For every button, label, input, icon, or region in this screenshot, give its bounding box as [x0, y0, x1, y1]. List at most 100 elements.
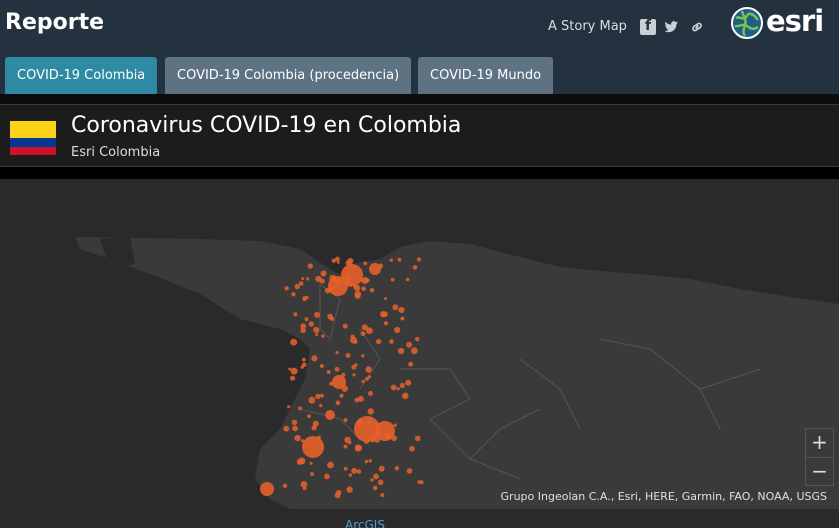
link-icon[interactable]: [689, 19, 705, 35]
case-point[interactable]: [339, 393, 344, 398]
case-point[interactable]: [348, 473, 353, 477]
case-point[interactable]: [367, 375, 372, 379]
case-point[interactable]: [389, 339, 394, 344]
zoom-in-button[interactable]: +: [806, 429, 833, 457]
case-point[interactable]: [320, 270, 327, 277]
case-point[interactable]: [290, 367, 298, 375]
case-point[interactable]: [396, 387, 400, 391]
case-point[interactable]: [304, 317, 309, 322]
case-point[interactable]: [408, 361, 414, 367]
case-point[interactable]: [334, 492, 341, 499]
case-point[interactable]: [294, 283, 300, 290]
case-point[interactable]: [417, 480, 422, 484]
case-point[interactable]: [309, 461, 313, 465]
case-point[interactable]: [291, 419, 298, 426]
case-point[interactable]: [402, 392, 409, 400]
case-point[interactable]: [365, 278, 370, 283]
tab-covid-colombia[interactable]: COVID-19 Colombia: [5, 57, 158, 94]
case-point[interactable]: [354, 363, 358, 367]
case-point[interactable]: [307, 414, 311, 419]
twitter-icon[interactable]: [663, 19, 679, 35]
case-point[interactable]: [368, 459, 372, 463]
case-point[interactable]: [397, 257, 402, 262]
case-point[interactable]: [314, 311, 321, 318]
case-point[interactable]: [360, 331, 366, 336]
case-point[interactable]: [373, 473, 379, 480]
case-point[interactable]: [302, 486, 307, 491]
case-point[interactable]: [345, 353, 351, 358]
case-point[interactable]: [375, 338, 382, 345]
case-point[interactable]: [334, 366, 340, 372]
facebook-icon[interactable]: f: [640, 18, 656, 35]
case-point[interactable]: [327, 461, 334, 469]
case-point[interactable]: [398, 347, 405, 355]
case-point[interactable]: [330, 316, 335, 321]
case-point[interactable]: [366, 419, 371, 424]
case-point[interactable]: [361, 379, 365, 384]
case-point[interactable]: [370, 478, 374, 482]
case-point[interactable]: [369, 288, 375, 293]
case-point[interactable]: [410, 347, 418, 355]
case-point[interactable]: [298, 406, 303, 411]
case-point[interactable]: [287, 405, 291, 409]
case-point[interactable]: [289, 375, 296, 381]
case-point[interactable]: [414, 435, 421, 442]
case-point[interactable]: [300, 439, 305, 443]
tab-covid-mundo[interactable]: COVID-19 Mundo: [418, 57, 554, 94]
case-point[interactable]: [335, 400, 341, 406]
tab-covid-colombia-procedencia[interactable]: COVID-19 Colombia (procedencia): [165, 57, 412, 94]
case-point[interactable]: [284, 286, 289, 291]
case-point[interactable]: [341, 372, 346, 377]
case-point[interactable]: [384, 432, 391, 439]
case-point[interactable]: [290, 338, 298, 346]
case-point[interactable]: [406, 341, 413, 348]
case-point[interactable]: [377, 479, 384, 486]
case-point[interactable]: [310, 472, 315, 477]
case-point[interactable]: [380, 493, 385, 498]
case-point[interactable]: [321, 334, 325, 338]
case-point[interactable]: [324, 473, 330, 480]
case-point[interactable]: [315, 275, 322, 283]
case-point[interactable]: [294, 434, 301, 442]
case-point[interactable]: [412, 265, 418, 270]
case-point[interactable]: [363, 261, 368, 266]
case-point[interactable]: [325, 410, 335, 420]
case-point[interactable]: [302, 357, 306, 362]
case-point[interactable]: [308, 396, 316, 404]
case-point[interactable]: [308, 321, 314, 327]
case-point[interactable]: [305, 295, 309, 300]
case-point[interactable]: [368, 391, 373, 396]
case-point[interactable]: [288, 367, 292, 371]
case-point[interactable]: [298, 281, 304, 286]
case-point[interactable]: [311, 425, 317, 431]
footer-link[interactable]: ArcGIS: [345, 518, 385, 528]
case-point[interactable]: [398, 306, 405, 314]
case-point[interactable]: [353, 284, 361, 292]
case-point[interactable]: [311, 355, 318, 362]
case-point[interactable]: [292, 425, 298, 432]
case-point[interactable]: [283, 425, 290, 432]
case-point[interactable]: [391, 435, 398, 442]
case-point[interactable]: [326, 370, 331, 374]
case-point[interactable]: [335, 256, 340, 262]
case-point[interactable]: [341, 385, 349, 392]
case-point[interactable]: [365, 366, 372, 373]
case-point[interactable]: [378, 263, 384, 269]
case-point[interactable]: [373, 436, 381, 443]
case-point[interactable]: [393, 423, 397, 427]
case-point[interactable]: [389, 258, 393, 262]
case-point[interactable]: [306, 277, 310, 281]
case-point[interactable]: [346, 486, 353, 493]
case-point[interactable]: [390, 384, 397, 391]
case-point[interactable]: [315, 393, 321, 400]
case-point[interactable]: [352, 373, 356, 377]
case-point[interactable]: [329, 287, 334, 291]
case-point[interactable]: [343, 444, 348, 449]
case-point[interactable]: [336, 260, 340, 264]
case-point[interactable]: [307, 263, 313, 269]
case-point[interactable]: [357, 395, 364, 402]
case-point[interactable]: [302, 436, 324, 458]
case-point[interactable]: [335, 351, 339, 355]
case-point[interactable]: [329, 381, 334, 386]
case-point[interactable]: [392, 304, 399, 311]
